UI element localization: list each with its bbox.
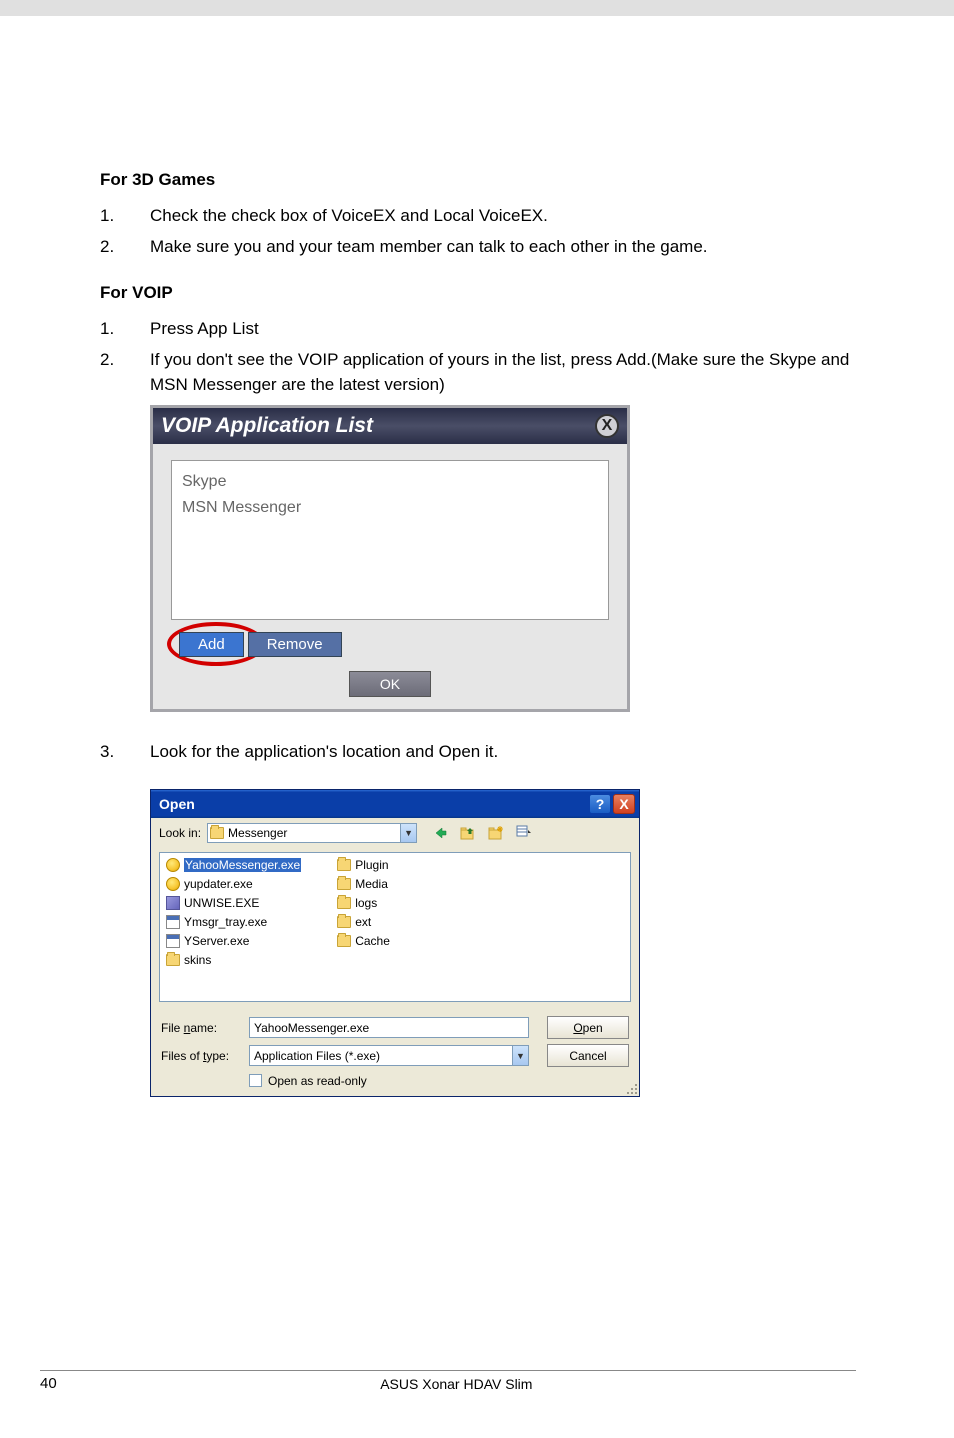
file-item[interactable]: logs: [337, 895, 390, 912]
up-folder-icon[interactable]: [457, 823, 479, 843]
list-number: 2.: [100, 348, 150, 397]
app-icon: [166, 877, 180, 891]
open-dialog-titlebar: Open ? X: [151, 790, 639, 818]
help-icon[interactable]: ?: [589, 794, 611, 814]
folder-icon: [337, 916, 351, 928]
file-item[interactable]: UNWISE.EXE: [166, 895, 301, 912]
file-column: YahooMessenger.exe yupdater.exe UNWISE.E…: [166, 857, 301, 997]
file-item[interactable]: YahooMessenger.exe: [166, 857, 301, 874]
file-item[interactable]: Media: [337, 876, 390, 893]
back-icon[interactable]: [429, 823, 451, 843]
close-icon[interactable]: X: [613, 794, 635, 814]
file-item[interactable]: Ymsgr_tray.exe: [166, 914, 301, 931]
chevron-down-icon[interactable]: ▼: [512, 1046, 528, 1065]
voip-listbox[interactable]: Skype MSN Messenger: [171, 460, 609, 620]
list-number: 1.: [100, 204, 150, 229]
file-item[interactable]: YServer.exe: [166, 933, 301, 950]
ok-button[interactable]: OK: [349, 671, 431, 697]
views-icon[interactable]: [513, 823, 535, 843]
readonly-checkbox[interactable]: [249, 1074, 262, 1087]
folder-icon: [337, 935, 351, 947]
cancel-button[interactable]: Cancel: [547, 1044, 629, 1067]
list-text: Make sure you and your team member can t…: [150, 235, 854, 260]
list-3d-games: 1.Check the check box of VoiceEX and Loc…: [100, 204, 854, 259]
heading-voip: For VOIP: [100, 283, 854, 303]
folder-icon: [166, 954, 180, 966]
voip-list-item[interactable]: Skype: [182, 469, 598, 495]
file-item[interactable]: skins: [166, 952, 301, 969]
page-number: 40: [40, 1375, 57, 1392]
filetype-label: Files of type:: [161, 1049, 239, 1063]
voip-window-title: VOIP Application List: [161, 414, 373, 438]
folder-icon: [337, 878, 351, 890]
remove-button[interactable]: Remove: [248, 632, 342, 657]
app-icon: [166, 858, 180, 872]
list-text: Look for the application's location and …: [150, 740, 854, 765]
heading-3d-games: For 3D Games: [100, 170, 854, 190]
open-dialog-toolbar: Look in: Messenger ▼: [151, 818, 639, 848]
folder-icon: [337, 897, 351, 909]
page-footer: 40 ASUS Xonar HDAV Slim: [40, 1370, 856, 1392]
list-number: 2.: [100, 235, 150, 260]
app-icon: [166, 915, 180, 929]
voip-list-item[interactable]: MSN Messenger: [182, 495, 598, 521]
new-folder-icon[interactable]: [485, 823, 507, 843]
list-number: 3.: [100, 740, 150, 765]
open-dialog: Open ? X Look in: Messenger ▼: [150, 789, 640, 1097]
file-item[interactable]: ext: [337, 914, 390, 931]
readonly-row[interactable]: Open as read-only: [249, 1074, 629, 1088]
list-voip-a: 1.Press App List 2.If you don't see the …: [100, 317, 854, 397]
app-icon: [166, 934, 180, 948]
look-in-combo[interactable]: Messenger ▼: [207, 823, 417, 843]
file-item[interactable]: yupdater.exe: [166, 876, 301, 893]
voip-titlebar: VOIP Application List X: [153, 408, 627, 444]
file-item[interactable]: Plugin: [337, 857, 390, 874]
filetype-combo[interactable]: Application Files (*.exe) ▼: [249, 1045, 529, 1066]
folder-icon: [337, 859, 351, 871]
file-area[interactable]: YahooMessenger.exe yupdater.exe UNWISE.E…: [159, 852, 631, 1002]
open-button[interactable]: Open: [547, 1016, 629, 1039]
list-text: If you don't see the VOIP application of…: [150, 348, 854, 397]
look-in-value: Messenger: [228, 826, 287, 840]
chevron-down-icon[interactable]: ▼: [400, 824, 416, 842]
list-text: Press App List: [150, 317, 854, 342]
readonly-label: Open as read-only: [268, 1074, 367, 1088]
list-number: 1.: [100, 317, 150, 342]
list-voip-b: 3.Look for the application's location an…: [100, 740, 854, 765]
top-grey-bar: [0, 0, 954, 16]
app-icon: [166, 896, 180, 910]
resize-grip-icon[interactable]: [623, 1080, 637, 1094]
add-button[interactable]: Add: [179, 632, 244, 657]
close-icon[interactable]: X: [595, 414, 619, 438]
filename-input[interactable]: [249, 1017, 529, 1038]
folder-icon: [210, 827, 224, 839]
file-column: Plugin Media logs ext Cache: [337, 857, 390, 997]
filename-label: File name:: [161, 1021, 239, 1035]
filetype-value: Application Files (*.exe): [254, 1049, 380, 1063]
look-in-label: Look in:: [159, 826, 201, 840]
list-text: Check the check box of VoiceEX and Local…: [150, 204, 854, 229]
open-dialog-title: Open: [155, 796, 195, 812]
file-item[interactable]: Cache: [337, 933, 390, 950]
footer-text: ASUS Xonar HDAV Slim: [380, 1376, 532, 1392]
voip-app-list-window: VOIP Application List X Skype MSN Messen…: [150, 405, 630, 712]
